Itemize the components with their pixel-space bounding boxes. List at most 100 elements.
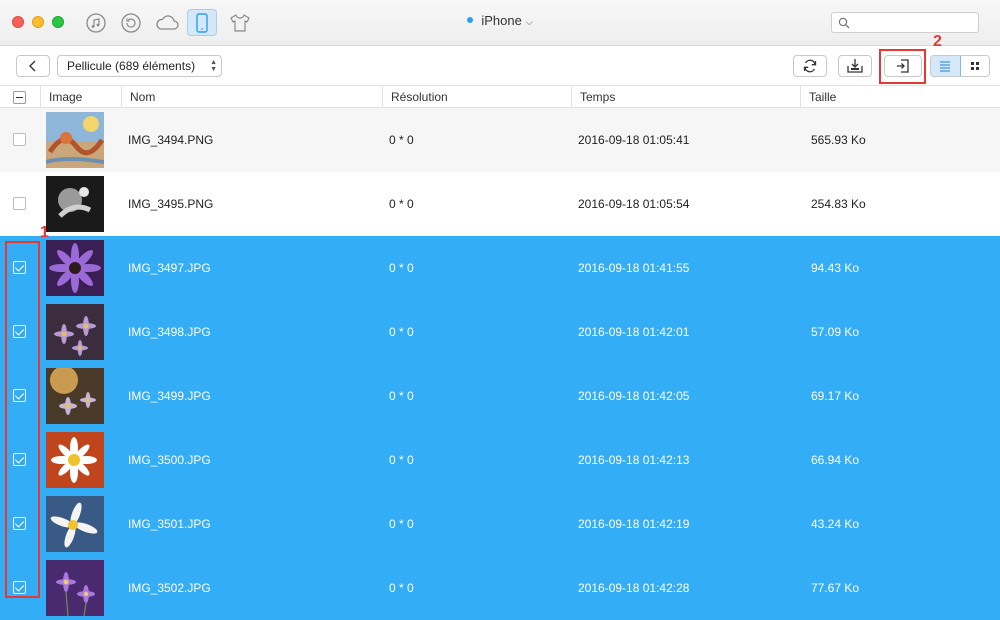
table-header: Image Nom Résolution Temps Taille xyxy=(0,86,1000,108)
photo-thumbnail xyxy=(46,496,104,552)
row-time: 2016-09-18 01:41:55 xyxy=(578,261,690,275)
row-time: 2016-09-18 01:05:54 xyxy=(578,197,690,211)
row-checkbox[interactable] xyxy=(13,197,26,210)
row-size: 43.24 Ko xyxy=(811,517,860,531)
row-resolution: 0 * 0 xyxy=(389,197,414,211)
photo-thumbnail xyxy=(46,304,104,360)
list-view-button[interactable] xyxy=(931,56,961,76)
tshirt-icon[interactable] xyxy=(225,9,255,36)
zoom-window-button[interactable] xyxy=(52,16,64,28)
row-resolution: 0 * 0 xyxy=(389,453,414,467)
app-window: iPhone⌵ Pellicule (689 éléments) ▲▼ 2 xyxy=(0,0,1000,620)
photo-thumbnail xyxy=(46,368,104,424)
table-row[interactable]: IMG_3498.JPG 0 * 0 2016-09-18 01:42:01 5… xyxy=(0,300,1000,364)
chevron-down-icon: ⌵ xyxy=(525,17,533,27)
table-row[interactable]: IMG_3500.JPG 0 * 0 2016-09-18 01:42:13 6… xyxy=(0,428,1000,492)
row-name: IMG_3499.JPG xyxy=(128,389,211,403)
column-header-name[interactable]: Nom xyxy=(121,86,382,108)
row-name: IMG_3502.JPG xyxy=(128,581,211,595)
callout-1: 1 xyxy=(40,224,49,241)
album-selector[interactable]: Pellicule (689 éléments) ▲ ▼ xyxy=(57,55,222,77)
photo-thumbnail xyxy=(46,432,104,488)
row-name: IMG_3500.JPG xyxy=(128,453,211,467)
row-size: 94.43 Ko xyxy=(811,261,860,275)
row-size: 57.09 Ko xyxy=(811,325,860,339)
row-name: IMG_3497.JPG xyxy=(128,261,211,275)
row-checkbox[interactable] xyxy=(13,133,26,146)
photo-thumbnail xyxy=(46,240,104,296)
view-mode-toggle xyxy=(930,55,990,77)
device-connected-dot xyxy=(467,17,474,23)
music-icon[interactable] xyxy=(81,9,111,36)
export-to-computer-button[interactable] xyxy=(884,55,922,77)
row-size: 69.17 Ko xyxy=(811,389,860,403)
search-box[interactable] xyxy=(831,12,979,33)
close-window-button[interactable] xyxy=(12,16,24,28)
row-checkbox[interactable] xyxy=(13,325,26,338)
row-name: IMG_3495.PNG xyxy=(128,197,214,211)
search-icon xyxy=(838,17,850,29)
table-row[interactable]: IMG_3501.JPG 0 * 0 2016-09-18 01:42:19 4… xyxy=(0,492,1000,556)
iphone-icon[interactable] xyxy=(187,9,217,36)
grid-view-icon xyxy=(970,62,979,70)
photo-thumbnail xyxy=(46,560,104,616)
row-resolution: 0 * 0 xyxy=(389,133,414,147)
device-name: iPhone xyxy=(481,13,522,28)
table-row[interactable]: IMG_3499.JPG 0 * 0 2016-09-18 01:42:05 6… xyxy=(0,364,1000,428)
row-checkbox[interactable] xyxy=(13,261,26,274)
refresh-icon xyxy=(803,59,817,73)
row-checkbox[interactable] xyxy=(13,581,26,594)
title-bar: iPhone ⌵ xyxy=(0,0,1000,46)
row-size: 77.67 Ko xyxy=(811,581,860,595)
photo-thumbnail xyxy=(46,176,104,232)
history-icon[interactable] xyxy=(116,9,146,36)
row-time: 2016-09-18 01:42:28 xyxy=(578,581,690,595)
table-row[interactable]: IMG_3494.PNG 0 * 0 2016-09-18 01:05:41 5… xyxy=(0,108,1000,172)
callout-2: 2 xyxy=(933,33,942,50)
updown-chevron-icon: ▲ ▼ xyxy=(210,59,217,73)
row-name: IMG_3494.PNG xyxy=(128,133,214,147)
album-label: Pellicule (689 éléments) xyxy=(67,59,196,73)
export-icon xyxy=(897,59,909,73)
row-size: 254.83 Ko xyxy=(811,197,866,211)
photo-table: IMG_3494.PNG 0 * 0 2016-09-18 01:05:41 5… xyxy=(0,108,1000,620)
device-selector[interactable]: iPhone ⌵ xyxy=(467,13,533,28)
download-to-device-button[interactable] xyxy=(838,55,872,77)
list-view-icon xyxy=(940,61,951,72)
column-header-image[interactable]: Image xyxy=(40,86,121,108)
row-checkbox[interactable] xyxy=(13,389,26,402)
cloud-icon[interactable] xyxy=(152,9,182,36)
minimize-window-button[interactable] xyxy=(32,16,44,28)
table-row[interactable]: IMG_3495.PNG 0 * 0 2016-09-18 01:05:54 2… xyxy=(0,172,1000,236)
row-time: 2016-09-18 01:42:01 xyxy=(578,325,690,339)
row-time: 2016-09-18 01:42:05 xyxy=(578,389,690,403)
row-time: 2016-09-18 01:05:41 xyxy=(578,133,690,147)
photo-thumbnail xyxy=(46,112,104,168)
row-resolution: 0 * 0 xyxy=(389,517,414,531)
row-resolution: 0 * 0 xyxy=(389,581,414,595)
download-icon xyxy=(847,59,863,73)
row-size: 66.94 Ko xyxy=(811,453,860,467)
row-name: IMG_3498.JPG xyxy=(128,325,211,339)
toolbar: Pellicule (689 éléments) ▲ ▼ 2 xyxy=(0,33,1000,86)
search-input[interactable] xyxy=(854,14,976,31)
row-resolution: 0 * 0 xyxy=(389,389,414,403)
chevron-left-icon xyxy=(29,60,36,72)
row-checkbox[interactable] xyxy=(13,453,26,466)
row-resolution: 0 * 0 xyxy=(389,261,414,275)
row-resolution: 0 * 0 xyxy=(389,325,414,339)
row-checkbox[interactable] xyxy=(13,517,26,530)
column-header-time[interactable]: Temps xyxy=(571,86,800,108)
column-header-size[interactable]: Taille xyxy=(800,86,1000,108)
column-header-resolution[interactable]: Résolution xyxy=(382,86,571,108)
refresh-button[interactable] xyxy=(793,55,827,77)
row-name: IMG_3501.JPG xyxy=(128,517,211,531)
table-row[interactable]: IMG_3497.JPG 0 * 0 2016-09-18 01:41:55 9… xyxy=(0,236,1000,300)
back-button[interactable] xyxy=(16,55,50,77)
table-row[interactable]: IMG_3502.JPG 0 * 0 2016-09-18 01:42:28 7… xyxy=(0,556,1000,620)
select-all-checkbox[interactable] xyxy=(13,91,26,104)
row-time: 2016-09-18 01:42:19 xyxy=(578,517,690,531)
row-time: 2016-09-18 01:42:13 xyxy=(578,453,690,467)
row-size: 565.93 Ko xyxy=(811,133,866,147)
grid-view-button[interactable] xyxy=(960,56,989,76)
